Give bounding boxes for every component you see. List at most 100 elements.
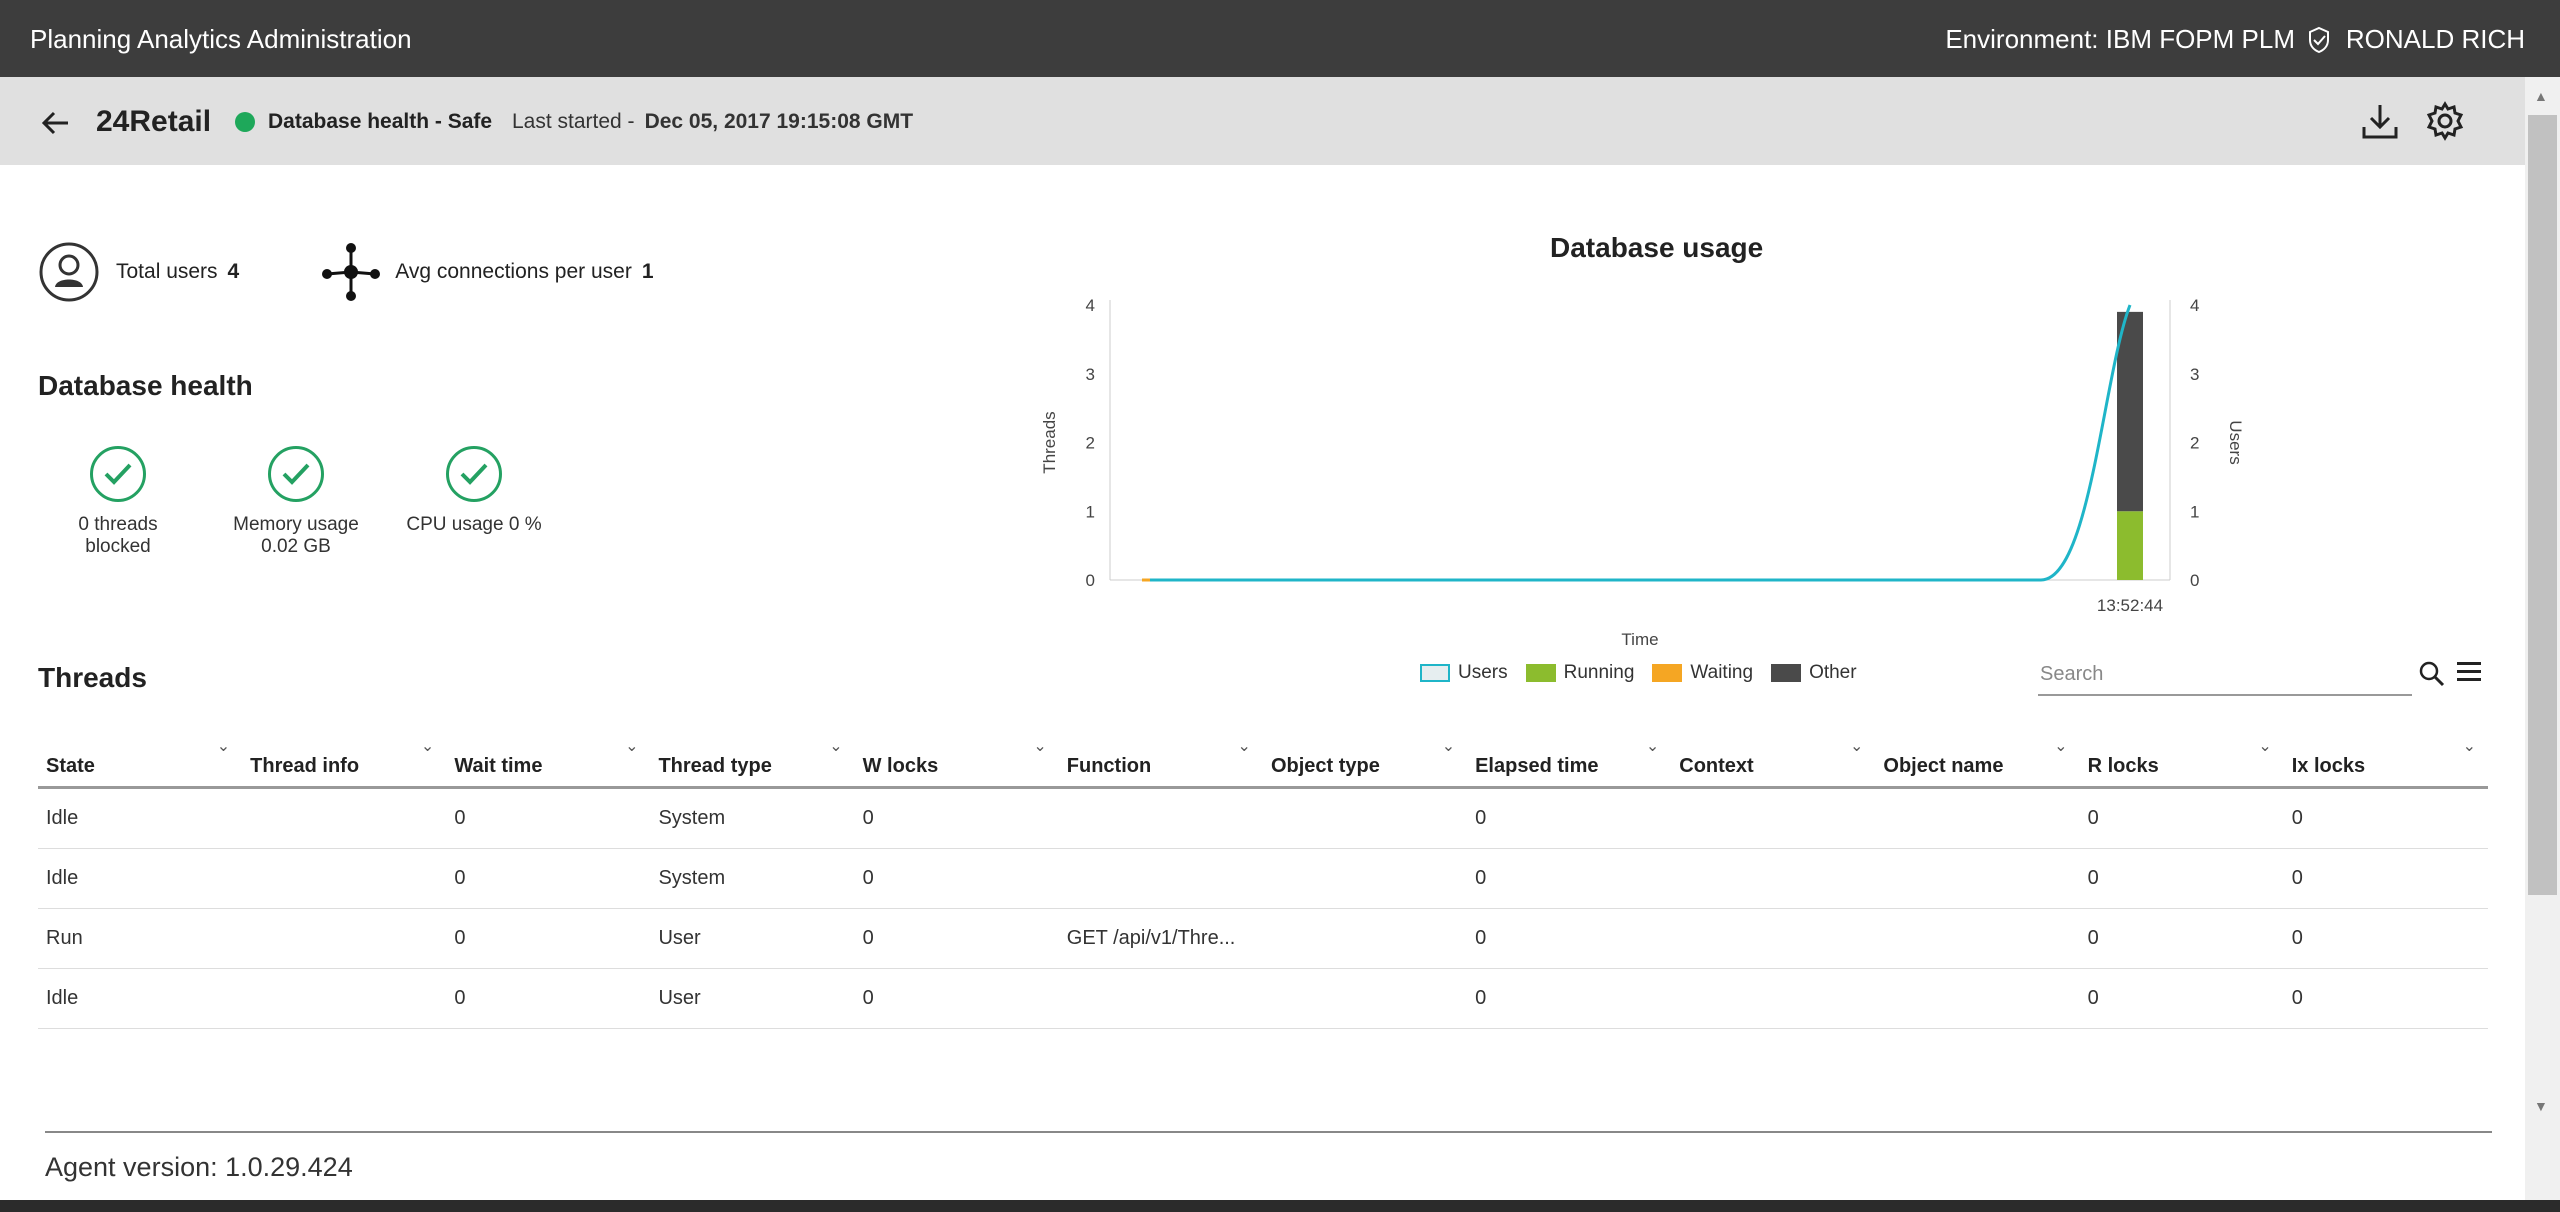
threads-table: State ⌄ Thread info ⌄ Wait time ⌄ Thread ty… <box>38 728 2488 1029</box>
user-name: RONALD RICH <box>2345 24 2525 54</box>
chevron-down-icon[interactable]: ⌄ <box>1442 736 1455 756</box>
scroll-up-icon[interactable]: ▲ <box>2534 88 2548 104</box>
check-line1: Memory usage <box>233 514 359 535</box>
table-row[interactable]: Idle 0 User 0 0 0 0 <box>38 968 2488 1029</box>
legend-item-waiting[interactable]: Waiting <box>1652 662 1753 684</box>
gear-icon[interactable] <box>2425 101 2465 141</box>
legend-swatch-running <box>1525 664 1556 682</box>
network-icon <box>322 243 381 301</box>
chevron-down-icon[interactable]: ⌄ <box>625 736 638 756</box>
chevron-down-icon[interactable]: ⌄ <box>2463 736 2476 756</box>
table-row[interactable]: Run 0 User 0 GET /api/v1/Thre... 0 0 0 <box>38 908 2488 969</box>
legend-swatch-other <box>1771 664 1802 682</box>
legend-item-users[interactable]: Users <box>1420 662 1508 684</box>
table-cell: 0 <box>854 968 1059 1029</box>
table-cell <box>1875 787 2080 849</box>
menu-icon[interactable] <box>2455 660 2483 684</box>
x-tick-label: 13:52:44 <box>2097 596 2163 615</box>
table-cell: User <box>650 908 855 969</box>
table-cell <box>1058 968 1263 1029</box>
column-header-context[interactable]: Context ⌄ <box>1671 728 1876 789</box>
user-menu[interactable]: RONALD RICH <box>2306 24 2525 55</box>
column-header-w-locks[interactable]: W locks ⌄ <box>854 728 1059 789</box>
avg-connections-label: Avg connections per user <box>395 260 632 283</box>
y2-tick-label: 4 <box>2190 296 2199 315</box>
table-cell <box>1262 848 1468 909</box>
column-header-thread-type[interactable]: Thread type ⌄ <box>650 728 855 789</box>
table-cell: 0 <box>1467 787 1672 849</box>
chevron-down-icon[interactable]: ⌄ <box>2258 736 2271 756</box>
back-arrow-icon[interactable] <box>38 105 74 141</box>
table-cell <box>1671 848 1876 909</box>
chevron-down-icon[interactable]: ⌄ <box>421 736 434 756</box>
table-cell: 0 <box>854 908 1059 969</box>
legend-swatch-waiting <box>1652 664 1683 682</box>
chart-legend: Users Running Waiting Other <box>1420 662 1875 684</box>
search-input[interactable]: Search <box>2038 656 2412 696</box>
scrollbar-thumb[interactable] <box>2528 115 2557 895</box>
legend-item-running[interactable]: Running <box>1525 662 1634 684</box>
column-header-object-type[interactable]: Object type ⌄ <box>1262 728 1468 789</box>
users-series-line <box>1150 304 2132 582</box>
bar-segment-running <box>2117 511 2143 580</box>
y-tick-label: 4 <box>1086 296 1095 315</box>
summary-stats: Total users 4 Avg connections per user 1 <box>38 240 734 304</box>
app-window: Planning Analytics Administration Enviro… <box>0 0 2560 1200</box>
table-cell: 0 <box>446 848 651 909</box>
column-header-ix-locks[interactable]: Ix locks ⌄ <box>2283 728 2488 789</box>
database-health-status: Database health - Safe <box>268 110 493 133</box>
y-tick-label: 3 <box>1086 365 1095 384</box>
legend-item-other[interactable]: Other <box>1771 662 1857 684</box>
column-header-wait-time[interactable]: Wait time ⌄ <box>446 728 651 789</box>
table-cell: System <box>650 848 855 909</box>
chevron-down-icon[interactable]: ⌄ <box>217 736 230 756</box>
table-cell <box>242 787 447 849</box>
search-icon[interactable] <box>2418 660 2446 688</box>
table-cell <box>1058 848 1263 909</box>
column-header-function[interactable]: Function ⌄ <box>1058 728 1263 789</box>
table-cell: User <box>650 968 855 1029</box>
health-checks: 0 threads blocked Memory usage 0.02 GB C… <box>38 446 572 558</box>
download-icon[interactable] <box>2360 101 2400 141</box>
legend-swatch-users <box>1420 664 1450 682</box>
check-line1: CPU usage 0 % <box>406 514 542 535</box>
table-cell: 0 <box>1467 908 1672 969</box>
chevron-down-icon[interactable]: ⌄ <box>1646 736 1659 756</box>
environment-label[interactable]: Environment: IBM FOPM PLM <box>1945 24 2295 55</box>
column-header-r-locks[interactable]: R locks ⌄ <box>2079 728 2284 789</box>
database-name: 24Retail <box>96 105 212 138</box>
total-users-label: Total users <box>116 260 218 283</box>
chevron-down-icon[interactable]: ⌄ <box>1033 736 1046 756</box>
table-row[interactable]: Idle 0 System 0 0 0 0 <box>38 787 2488 849</box>
table-row[interactable]: Idle 0 System 0 0 0 0 <box>38 848 2488 909</box>
table-cell <box>1262 908 1468 969</box>
column-header-object-name[interactable]: Object name ⌄ <box>1875 728 2080 789</box>
app-title: Planning Analytics Administration <box>30 24 412 54</box>
database-header-bar: 24Retail Database health - Safe Last sta… <box>0 77 2525 165</box>
chevron-down-icon[interactable]: ⌄ <box>2054 736 2067 756</box>
scroll-down-icon[interactable]: ▼ <box>2534 1098 2548 1114</box>
table-cell: 0 <box>1467 968 1672 1029</box>
last-started-value: Dec 05, 2017 19:15:08 GMT <box>644 110 914 133</box>
x-axis-label: Time <box>1621 630 1658 649</box>
table-cell: 0 <box>2283 968 2488 1029</box>
table-header-row: State ⌄ Thread info ⌄ Wait time ⌄ Thread ty… <box>38 728 2488 789</box>
avg-connections-value: 1 <box>641 260 654 283</box>
chevron-down-icon[interactable]: ⌄ <box>829 736 842 756</box>
table-cell: 0 <box>2283 848 2488 909</box>
table-cell: 0 <box>854 848 1059 909</box>
table-cell: Idle <box>38 787 243 849</box>
table-cell: 0 <box>2079 968 2284 1029</box>
user-icon <box>39 242 99 302</box>
table-cell <box>242 848 447 909</box>
chevron-down-icon[interactable]: ⌄ <box>1238 736 1251 756</box>
threads-title: Threads <box>38 662 147 693</box>
health-status-dot <box>235 112 255 132</box>
table-cell: 0 <box>2283 908 2488 969</box>
table-cell: Idle <box>38 968 243 1029</box>
column-header-state[interactable]: State ⌄ <box>38 728 243 789</box>
chevron-down-icon[interactable]: ⌄ <box>1850 736 1863 756</box>
memory-usage-check: Memory usage 0.02 GB <box>216 446 376 558</box>
column-header-elapsed-time[interactable]: Elapsed time ⌄ <box>1467 728 1672 789</box>
column-header-thread-info[interactable]: Thread info ⌄ <box>242 728 447 789</box>
